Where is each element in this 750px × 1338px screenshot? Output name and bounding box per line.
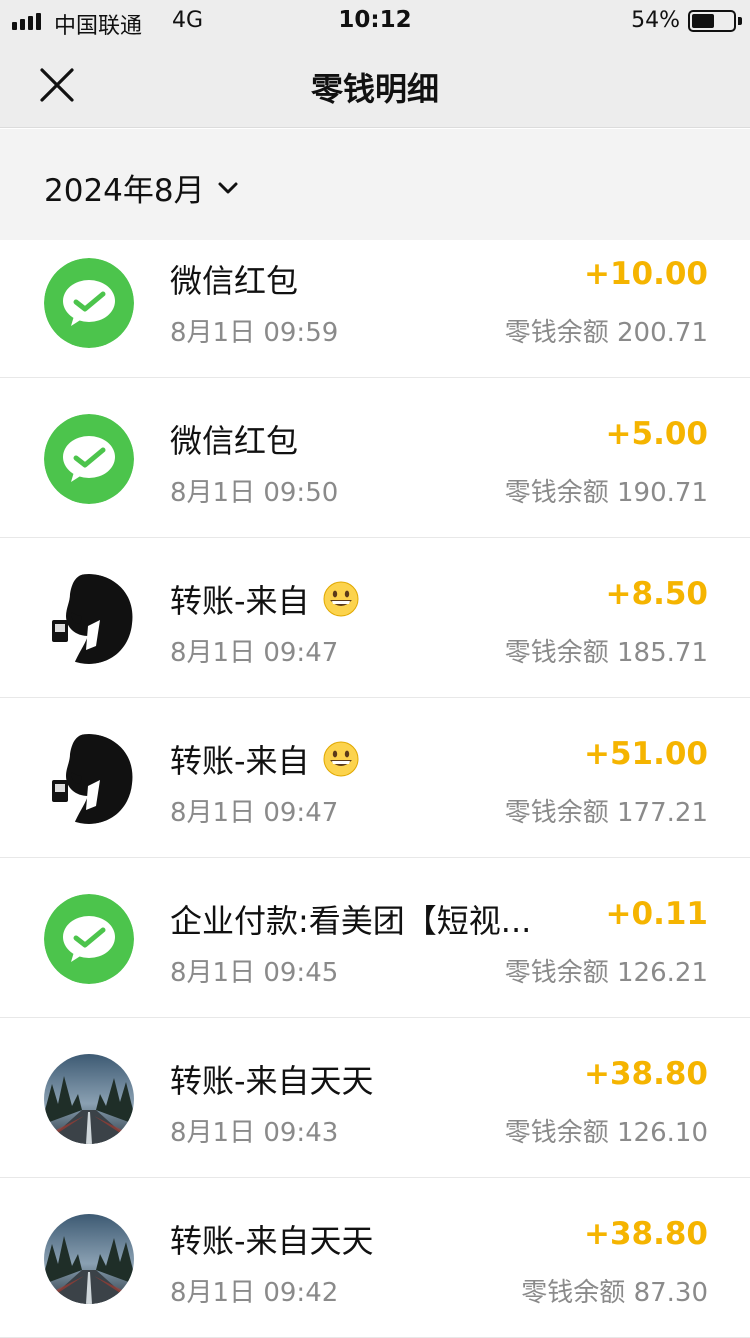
transaction-row[interactable]: 微信红包 8月1日 09:50 +5.00 零钱余额 190.71 [0, 378, 750, 538]
balance-value: 177.21 [617, 798, 708, 828]
grinning-face-emoji [310, 741, 360, 780]
silhouette-avatar [44, 734, 134, 824]
transaction-title-text: 微信红包 [170, 422, 299, 460]
transaction-title: 微信红包 [170, 256, 298, 302]
balance-label: 零钱余额 [504, 1118, 609, 1148]
balance-after: 零钱余额 185.71 [505, 632, 708, 669]
transaction-title: 微信红包 [170, 416, 298, 462]
balance-after: 零钱余额 87.30 [521, 1272, 708, 1309]
transaction-title-text: 转账-来自天天 [170, 1222, 374, 1260]
transaction-title-text: 转账-来自天天 [170, 1062, 374, 1100]
balance-value: 200.71 [617, 318, 708, 348]
road-photo-avatar [44, 1214, 134, 1304]
wechat-pay-icon [44, 894, 134, 984]
transaction-amount: +8.50 [605, 576, 708, 612]
balance-label: 零钱余额 [504, 638, 609, 668]
wechat-pay-icon [44, 414, 134, 504]
transaction-title: 转账-来自天天 [170, 1056, 374, 1102]
balance-after: 零钱余额 126.10 [505, 1112, 708, 1149]
transaction-row[interactable]: 转账-来自天天 8月1日 09:43 +38.80 零钱余额 126.10 [0, 1018, 750, 1178]
transaction-row[interactable]: 企业付款:看美团【短视... 8月1日 09:45 +0.11 零钱余额 126.21 [0, 858, 750, 1018]
page-title: 零钱明细 [310, 70, 439, 108]
transaction-title: 企业付款:看美团【短视... [170, 896, 531, 942]
status-bar: 中国联通 4G 10:12 54% [0, 0, 750, 42]
road-photo-avatar [44, 1054, 134, 1144]
month-label: 2024年8月 [44, 173, 205, 209]
transaction-title: 转账-来自天天 [170, 1216, 374, 1262]
transaction-time: 8月1日 09:45 [170, 958, 339, 988]
balance-after: 零钱余额 200.71 [505, 312, 708, 349]
transaction-amount: +10.00 [583, 256, 708, 292]
transaction-amount: +0.11 [605, 896, 708, 932]
transaction-row[interactable]: 转账-来自 8月1日 09:47 +51.00 零钱余额 177.21 [0, 698, 750, 858]
balance-label: 零钱余额 [504, 478, 609, 508]
grinning-face-emoji [310, 581, 360, 620]
battery-cap [738, 17, 742, 25]
transaction-amount: +38.80 [583, 1216, 708, 1252]
transaction-time: 8月1日 09:47 [170, 638, 339, 668]
transaction-amount: +5.00 [605, 416, 708, 452]
balance-value: 87.30 [633, 1278, 708, 1308]
transaction-row[interactable]: 转账-来自 8月1日 09:47 +8.50 零钱余额 185.71 [0, 538, 750, 698]
month-picker[interactable]: 2024年8月 [44, 165, 241, 210]
transaction-time: 8月1日 09:59 [170, 318, 339, 348]
transaction-row[interactable]: 微信红包 8月1日 09:59 +10.00 零钱余额 200.71 [0, 240, 750, 378]
balance-value: 190.71 [617, 478, 708, 508]
transaction-title-text: 微信红包 [170, 262, 299, 300]
transaction-amount: +38.80 [583, 1056, 708, 1092]
transaction-time: 8月1日 09:50 [170, 478, 339, 508]
chevron-down-icon [218, 182, 238, 193]
month-filter-bar: 2024年8月 [0, 129, 750, 240]
battery-icon [688, 10, 736, 32]
battery-percent: 54% [631, 8, 680, 33]
balance-value: 185.71 [617, 638, 708, 668]
balance-label: 零钱余额 [504, 798, 609, 828]
balance-after: 零钱余额 126.21 [505, 952, 708, 989]
balance-after: 零钱余额 190.71 [505, 472, 708, 509]
transaction-time: 8月1日 09:47 [170, 798, 339, 828]
balance-label: 零钱余额 [521, 1278, 626, 1308]
balance-value: 126.21 [617, 958, 708, 988]
balance-label: 零钱余额 [504, 958, 609, 988]
wechat-pay-icon [44, 258, 134, 348]
transaction-title-text: 转账-来自 [170, 582, 310, 620]
transaction-list: 微信红包 8月1日 09:59 +10.00 零钱余额 200.71 微信红包 8月1日… [0, 240, 750, 1338]
transaction-title-text: 企业付款:看美团【短视... [170, 902, 532, 940]
nav-bar: 零钱明细 [0, 42, 750, 128]
transaction-title: 转账-来自 [170, 576, 360, 622]
transaction-amount: +51.00 [583, 736, 708, 772]
transaction-time: 8月1日 09:43 [170, 1118, 339, 1148]
balance-value: 126.10 [617, 1118, 708, 1148]
balance-label: 零钱余额 [504, 318, 609, 348]
transaction-row[interactable]: 转账-来自天天 8月1日 09:42 +38.80 零钱余额 87.30 [0, 1178, 750, 1338]
transaction-time: 8月1日 09:42 [170, 1278, 339, 1308]
transaction-title-text: 转账-来自 [170, 742, 310, 780]
silhouette-avatar [44, 574, 134, 664]
balance-after: 零钱余额 177.21 [505, 792, 708, 829]
transaction-title: 转账-来自 [170, 736, 360, 782]
